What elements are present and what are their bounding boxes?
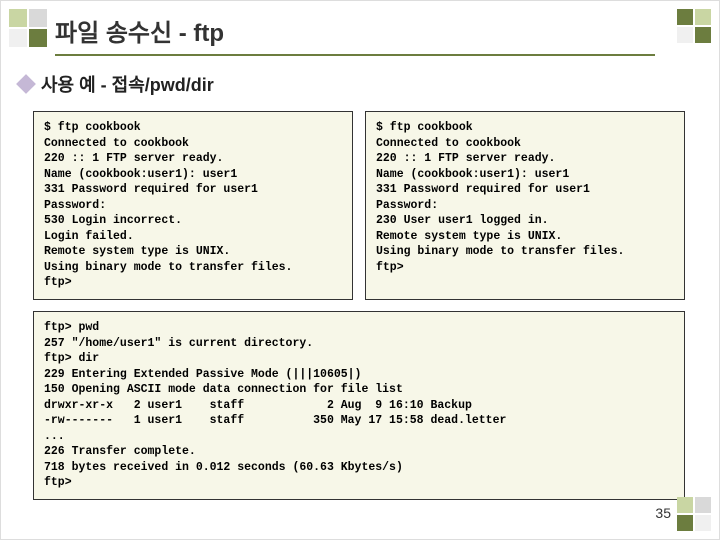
deco-square: [695, 497, 711, 513]
code-panel-wide: ftp> pwd 257 "/home/user1" is current di…: [33, 311, 685, 500]
deco-square: [677, 515, 693, 531]
deco-square: [695, 9, 711, 25]
code-panel-left: $ ftp cookbook Connected to cookbook 220…: [33, 111, 353, 300]
corner-deco-top-left: [9, 9, 47, 47]
deco-square: [695, 515, 711, 531]
diamond-bullet-icon: [16, 74, 36, 94]
slide: 파일 송수신 - ftp 사용 예 - 접속/pwd/dir $ ftp coo…: [0, 0, 720, 540]
page-number: 35: [655, 505, 671, 521]
page-title: 파일 송수신 - ftp: [55, 13, 655, 56]
deco-square: [695, 27, 711, 43]
deco-square: [29, 29, 47, 47]
subheading-row: 사용 예 - 접속/pwd/dir: [19, 71, 214, 97]
deco-square: [29, 9, 47, 27]
corner-deco-bottom-right: [677, 497, 711, 531]
subheading-text: 사용 예 - 접속/pwd/dir: [41, 71, 214, 97]
corner-deco-top-right: [677, 9, 711, 43]
deco-square: [677, 497, 693, 513]
code-panels-row: $ ftp cookbook Connected to cookbook 220…: [33, 111, 685, 300]
deco-square: [9, 9, 27, 27]
deco-square: [677, 9, 693, 25]
title-area: 파일 송수신 - ftp: [55, 13, 655, 56]
code-panel-right: $ ftp cookbook Connected to cookbook 220…: [365, 111, 685, 300]
deco-square: [9, 29, 27, 47]
deco-square: [677, 27, 693, 43]
